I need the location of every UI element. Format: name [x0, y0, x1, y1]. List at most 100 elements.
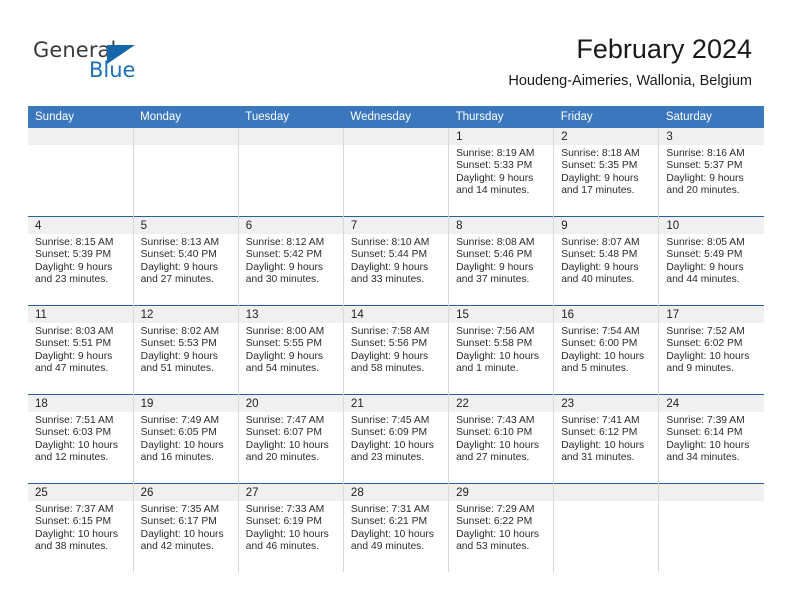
day-cell: 23 Sunrise: 7:41 AM Sunset: 6:12 PM Dayligh…: [554, 395, 659, 483]
calendar-cell-day[interactable]: 8 Sunrise: 8:08 AM Sunset: 5:46 PM Daylight…: [448, 216, 555, 306]
page-title: February 2024: [576, 34, 752, 64]
calendar-cell-day[interactable]: 18 Sunrise: 7:51 AM Sunset: 6:03 PM Dayligh…: [28, 394, 134, 484]
day-details: Sunrise: 7:31 AM Sunset: 6:21 PM Daylight:…: [344, 501, 448, 554]
calendar-cell-day[interactable]: 21 Sunrise: 7:45 AM Sunset: 6:09 PM Dayligh…: [343, 394, 450, 484]
day-number: [343, 128, 449, 145]
day-details: Sunrise: 8:03 AM Sunset: 5:51 PM Daylight:…: [28, 323, 133, 376]
daylight-duration-line2: and 5 minutes.: [561, 363, 629, 375]
daylight-duration-line1: Daylight: 10 hours: [666, 439, 750, 451]
calendar-cell-day[interactable]: 10 Sunrise: 8:05 AM Sunset: 5:49 PM Dayligh…: [658, 216, 764, 306]
sunrise-time: Sunrise: 8:18 AM: [561, 148, 640, 159]
day-cell: 9 Sunrise: 8:07 AM Sunset: 5:48 PM Daylight…: [554, 217, 659, 305]
sunrise-time: Sunrise: 8:16 AM: [666, 148, 745, 159]
day-cell: 27 Sunrise: 7:33 AM Sunset: 6:19 PM Dayligh…: [238, 484, 343, 572]
calendar-cell-day[interactable]: 17 Sunrise: 7:52 AM Sunset: 6:02 PM Dayligh…: [658, 305, 764, 395]
calendar-cell-day[interactable]: 24 Sunrise: 7:39 AM Sunset: 6:14 PM Dayligh…: [658, 394, 764, 484]
sunset-time: Sunset: 6:19 PM: [245, 516, 322, 528]
day-cell: 20 Sunrise: 7:47 AM Sunset: 6:07 PM Dayligh…: [238, 395, 343, 483]
sunrise-time: Sunrise: 7:58 AM: [350, 326, 430, 337]
daylight-duration-line2: and 33 minutes.: [350, 274, 425, 286]
calendar-cell-day[interactable]: 4 Sunrise: 8:15 AM Sunset: 5:39 PM Daylight…: [28, 216, 134, 306]
sunset-time: Sunset: 6:05 PM: [140, 427, 217, 439]
calendar-cell-day[interactable]: 29 Sunrise: 7:29 AM Sunset: 6:22 PM Dayligh…: [448, 483, 555, 572]
daylight-duration-line1: Daylight: 9 hours: [456, 261, 534, 273]
calendar-cell-day[interactable]: 15 Sunrise: 7:56 AM Sunset: 5:58 PM Dayligh…: [448, 305, 555, 395]
day-number: 8: [449, 217, 554, 234]
daylight-duration-line1: Daylight: 10 hours: [350, 439, 434, 451]
day-number: 5: [133, 217, 238, 234]
day-number: 21: [343, 395, 449, 412]
day-number: 29: [449, 484, 554, 501]
day-number: 7: [343, 217, 449, 234]
day-details: Sunrise: 8:15 AM Sunset: 5:39 PM Daylight:…: [28, 234, 133, 287]
day-cell: [554, 484, 659, 572]
day-cell: 19 Sunrise: 7:49 AM Sunset: 6:05 PM Dayligh…: [133, 395, 238, 483]
calendar-cell-day[interactable]: 25 Sunrise: 7:37 AM Sunset: 6:15 PM Dayligh…: [28, 483, 134, 572]
sunrise-time: Sunrise: 8:10 AM: [350, 237, 430, 248]
calendar-cell-day[interactable]: 26 Sunrise: 7:35 AM Sunset: 6:17 PM Dayligh…: [133, 483, 239, 572]
daylight-duration-line2: and 12 minutes.: [35, 452, 109, 464]
calendar-cell-day[interactable]: 20 Sunrise: 7:47 AM Sunset: 6:07 PM Dayligh…: [238, 394, 344, 484]
sunset-time: Sunset: 5:40 PM: [140, 249, 217, 261]
day-number: 2: [554, 128, 659, 145]
calendar-cell-day[interactable]: 6 Sunrise: 8:12 AM Sunset: 5:42 PM Daylight…: [238, 216, 344, 306]
day-number: 15: [449, 306, 554, 323]
day-cell: 25 Sunrise: 7:37 AM Sunset: 6:15 PM Dayligh…: [28, 484, 133, 572]
day-number: 3: [659, 128, 764, 145]
day-number: [238, 128, 343, 145]
day-details: Sunrise: 8:08 AM Sunset: 5:46 PM Daylight:…: [449, 234, 553, 287]
calendar-cell-day[interactable]: 22 Sunrise: 7:43 AM Sunset: 6:10 PM Dayligh…: [448, 394, 555, 484]
weekday-header-tuesday: Tuesday: [238, 106, 344, 128]
day-number: 14: [343, 306, 449, 323]
weekday-header-monday: Monday: [133, 106, 239, 128]
calendar-cell-day[interactable]: 11 Sunrise: 8:03 AM Sunset: 5:51 PM Dayligh…: [28, 305, 134, 395]
day-number: 22: [449, 395, 554, 412]
day-details: Sunrise: 8:18 AM Sunset: 5:35 PM Daylight:…: [554, 145, 658, 198]
calendar-week-row: 11 Sunrise: 8:03 AM Sunset: 5:51 PM Dayligh…: [28, 305, 764, 395]
sunrise-time: Sunrise: 7:29 AM: [456, 504, 535, 515]
calendar-cell-day[interactable]: 16 Sunrise: 7:54 AM Sunset: 6:00 PM Dayligh…: [553, 305, 660, 395]
calendar-cell-day[interactable]: 13 Sunrise: 8:00 AM Sunset: 5:55 PM Dayligh…: [238, 305, 344, 395]
calendar-cell-day[interactable]: 5 Sunrise: 8:13 AM Sunset: 5:40 PM Daylight…: [133, 216, 239, 306]
sunset-time: Sunset: 6:21 PM: [350, 516, 428, 528]
calendar-cell-empty: [133, 128, 239, 217]
sunrise-time: Sunrise: 8:08 AM: [456, 237, 535, 248]
sunrise-time: Sunrise: 8:07 AM: [561, 237, 640, 248]
calendar-cell-day[interactable]: 7 Sunrise: 8:10 AM Sunset: 5:44 PM Daylight…: [343, 216, 450, 306]
sunrise-time: Sunrise: 8:13 AM: [140, 237, 220, 248]
day-cell: 10 Sunrise: 8:05 AM Sunset: 5:49 PM Dayligh…: [659, 217, 764, 305]
calendar-cell-empty: [553, 483, 660, 572]
calendar-cell-day[interactable]: 3 Sunrise: 8:16 AM Sunset: 5:37 PM Daylight…: [658, 128, 764, 217]
daylight-duration-line1: Daylight: 9 hours: [245, 350, 324, 362]
calendar-cell-day[interactable]: 12 Sunrise: 8:02 AM Sunset: 5:53 PM Dayligh…: [133, 305, 239, 395]
sunset-time: Sunset: 5:53 PM: [140, 338, 217, 350]
calendar-cell-day[interactable]: 14 Sunrise: 7:58 AM Sunset: 5:56 PM Dayligh…: [343, 305, 450, 395]
calendar-cell-empty: [658, 483, 764, 572]
daylight-duration-line2: and 34 minutes.: [666, 452, 740, 464]
general-blue-logo[interactable]: General Blue: [33, 38, 163, 88]
day-number: [28, 128, 133, 145]
calendar-cell-day[interactable]: 27 Sunrise: 7:33 AM Sunset: 6:19 PM Dayligh…: [238, 483, 344, 572]
day-number: [659, 484, 764, 501]
weekday-header-wednesday: Wednesday: [343, 106, 449, 128]
sunset-time: Sunset: 6:15 PM: [35, 516, 112, 528]
weekday-header-friday: Friday: [553, 106, 659, 128]
sunrise-time: Sunrise: 7:51 AM: [35, 415, 114, 426]
calendar-cell-empty: [238, 128, 344, 217]
day-number: 25: [28, 484, 133, 501]
daylight-duration-line1: Daylight: 9 hours: [140, 350, 218, 362]
calendar-cell-day[interactable]: 28 Sunrise: 7:31 AM Sunset: 6:21 PM Dayligh…: [343, 483, 450, 572]
day-cell: [28, 128, 133, 216]
weekday-header-row: Sunday Monday Tuesday Wednesday Thursday…: [28, 106, 764, 128]
daylight-duration-line1: Daylight: 9 hours: [561, 172, 639, 184]
daylight-duration-line2: and 37 minutes.: [456, 274, 530, 286]
day-details: Sunrise: 7:45 AM Sunset: 6:09 PM Daylight:…: [344, 412, 448, 465]
daylight-duration-line2: and 38 minutes.: [35, 541, 109, 553]
calendar-cell-day[interactable]: 23 Sunrise: 7:41 AM Sunset: 6:12 PM Dayligh…: [553, 394, 660, 484]
calendar-cell-day[interactable]: 19 Sunrise: 7:49 AM Sunset: 6:05 PM Dayligh…: [133, 394, 239, 484]
calendar-cell-day[interactable]: 1 Sunrise: 8:19 AM Sunset: 5:33 PM Daylight…: [448, 128, 555, 217]
calendar-cell-day[interactable]: 2 Sunrise: 8:18 AM Sunset: 5:35 PM Daylight…: [553, 128, 660, 217]
sunrise-time: Sunrise: 7:31 AM: [350, 504, 430, 515]
sunrise-time: Sunrise: 8:15 AM: [35, 237, 114, 248]
calendar-cell-day[interactable]: 9 Sunrise: 8:07 AM Sunset: 5:48 PM Daylight…: [553, 216, 660, 306]
